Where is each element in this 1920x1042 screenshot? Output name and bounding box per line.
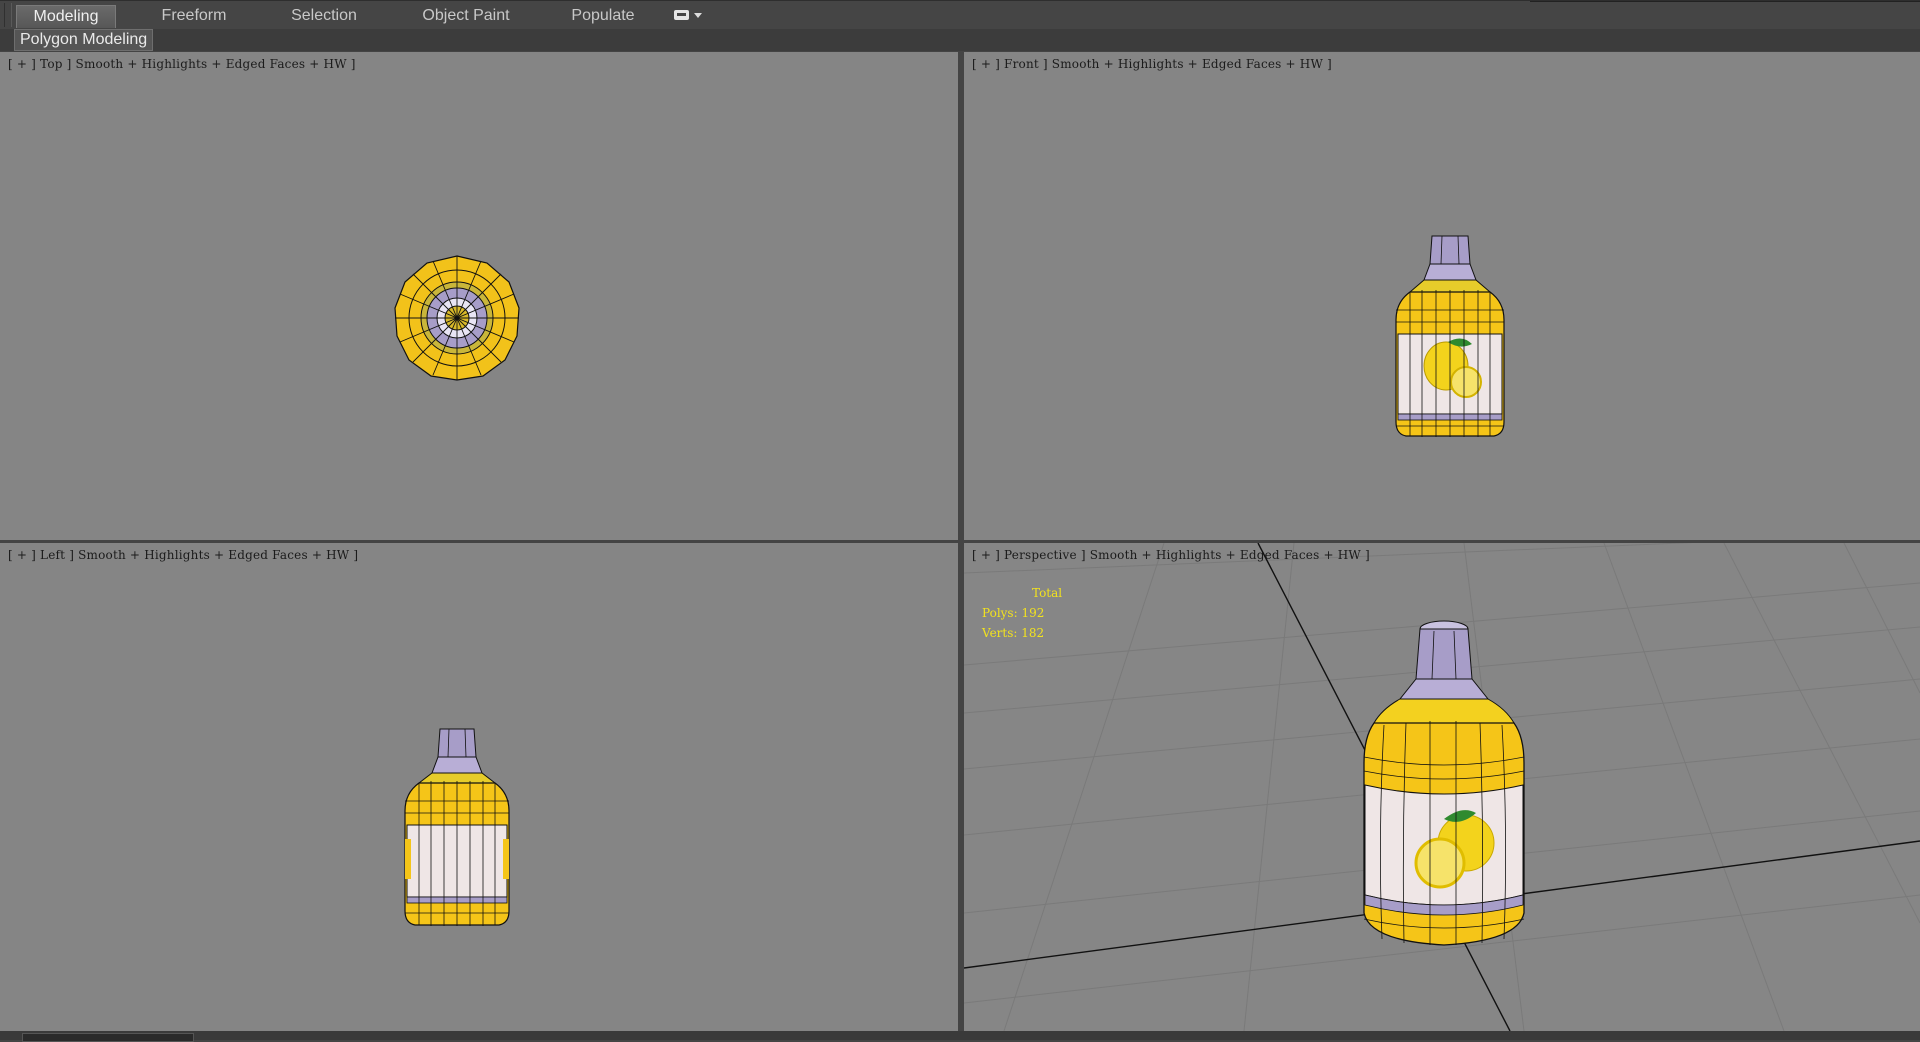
viewport-top[interactable]: [ + ] Top ] Smooth + Highlights + Edged … — [0, 52, 958, 540]
viewport-perspective[interactable]: [ + ] Perspective ] Smooth + Highlights … — [964, 543, 1920, 1031]
ribbon-grip[interactable] — [4, 3, 12, 27]
viewport-front[interactable]: [ + ] Front ] Smooth + Highlights + Edge… — [964, 52, 1920, 540]
viewport-left[interactable]: [ + ] Left ] Smooth + Highlights + Edged… — [0, 543, 958, 1031]
tab-freeform[interactable]: Freeform — [146, 5, 242, 27]
status-strip — [0, 1031, 1920, 1042]
time-slider[interactable] — [22, 1033, 194, 1042]
front-view-bottle — [1395, 235, 1505, 437]
ribbon-tabs-bar: Modeling Freeform Selection Object Paint… — [0, 0, 1920, 30]
polygon-modeling-button[interactable]: Polygon Modeling — [14, 29, 154, 51]
sub-ribbon: Polygon Modeling — [0, 29, 1920, 51]
tab-modeling[interactable]: Modeling — [16, 5, 116, 28]
left-view-bottle — [404, 728, 510, 926]
tab-object-paint[interactable]: Object Paint — [410, 5, 522, 27]
chevron-down-icon — [694, 13, 702, 18]
ribbon-divider — [1530, 1, 1920, 2]
ribbon-toggle-icon — [674, 10, 689, 20]
tab-selection[interactable]: Selection — [277, 5, 371, 27]
perspective-bottle — [1363, 620, 1525, 946]
top-view-bottle — [394, 255, 520, 381]
ribbon-options-icon[interactable] — [674, 8, 708, 24]
tab-populate[interactable]: Populate — [558, 5, 648, 27]
